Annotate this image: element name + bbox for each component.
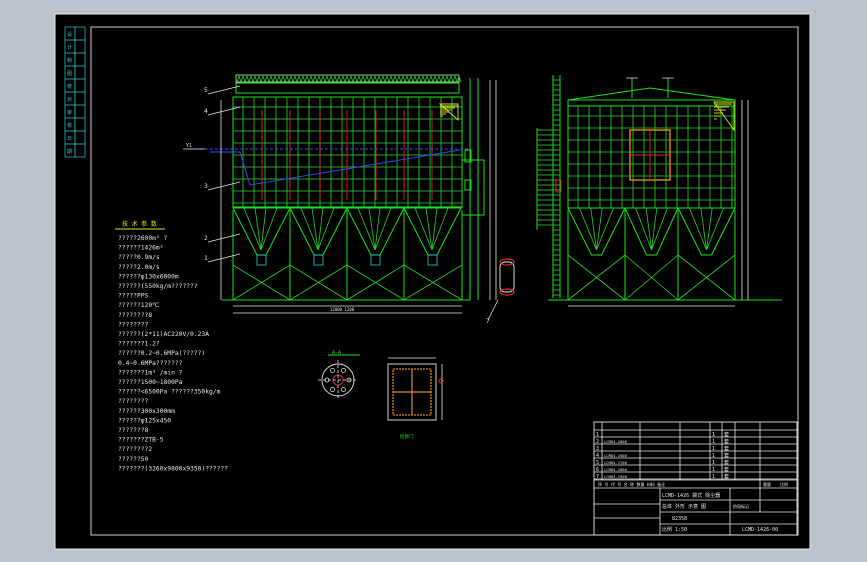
- callout-number: 1: [204, 255, 208, 262]
- spec-row: ??????50: [118, 456, 149, 463]
- bom-no: 2: [596, 439, 599, 445]
- spec-row: ??????(550kg/m???????: [118, 283, 198, 290]
- spec-row: ??????φ125x450: [118, 417, 171, 424]
- spec-row: ??????φ130x6000m: [118, 273, 179, 280]
- bom-no: 1: [596, 432, 599, 438]
- bom-unit: 套: [724, 438, 729, 445]
- spec-row: ???????1.2?: [118, 341, 160, 348]
- stage-label: 阶段标记: [733, 503, 749, 509]
- bom-qty: 1: [712, 446, 715, 452]
- callout-number: 5: [204, 87, 208, 94]
- spec-row: ?????0.9m/s: [118, 254, 160, 261]
- side-label: 计: [67, 44, 72, 51]
- bom-qty: 1: [712, 439, 715, 445]
- front-overall-dim: 12000 1200: [330, 307, 355, 312]
- spec-row: ???????ZTB-5: [118, 437, 164, 444]
- side-label: 设: [67, 31, 72, 38]
- spec-row: ???????8: [118, 427, 149, 434]
- bom-code: LCMD4-1700: [604, 460, 628, 465]
- scale-text: 比例 1:50: [662, 526, 687, 533]
- side-label: 校: [67, 83, 72, 90]
- spec-row: ??????1500~1800Pa: [118, 379, 183, 386]
- drawing-code: LCMD-1426-00: [742, 527, 778, 533]
- bom-qty: 1: [712, 460, 715, 466]
- bom-unit: 套: [724, 459, 729, 466]
- weight-label: 重量: [763, 481, 771, 487]
- bom-unit: 套: [724, 466, 729, 473]
- spec-row: ?????PPS: [118, 293, 149, 300]
- spec-row: ????????: [118, 398, 149, 405]
- project-name: LCMD-1426 袋式 除尘器: [662, 492, 720, 499]
- bom-no: 7: [596, 474, 599, 480]
- callout-number: 4: [204, 108, 208, 115]
- door-label: 检修门: [400, 433, 414, 440]
- spec-row: ?????2.0m/s: [118, 264, 160, 271]
- side-label: 制: [67, 57, 72, 64]
- spec-row: 0.4~0.6MPa???????: [118, 360, 183, 367]
- callout-number: 3: [204, 183, 208, 190]
- side-label: 日: [67, 136, 72, 142]
- callout-number: 2: [204, 235, 208, 242]
- side-label: 核: [67, 122, 72, 129]
- bom-code: LCMD4-2000: [604, 439, 628, 444]
- flange-label: A-A: [332, 350, 341, 356]
- spec-title: 技 术 参 数: [122, 220, 157, 228]
- level-mark: Y1: [186, 143, 192, 149]
- spec-row: ????????8: [118, 312, 152, 319]
- drawing-name: 总体 外形 示意 图: [662, 503, 706, 510]
- spec-row: ??????0.2~0.6MPa(?????): [118, 350, 205, 357]
- bom-qty: 1: [712, 453, 715, 459]
- spec-row: ?????2600m³ ?: [118, 235, 167, 242]
- spec-row: ??????(2*11)AC220V/0.23A: [118, 331, 209, 338]
- bom-unit: 套: [724, 452, 729, 459]
- bom-no: 3: [596, 446, 599, 452]
- bom-unit: 套: [724, 445, 729, 452]
- cad-viewport[interactable]: 设计制图校对审核日期 12000 1200 5 4 3 2 1 Y1 7 技 术…: [0, 0, 867, 562]
- side-label: 审: [67, 109, 72, 116]
- bom-header: 序 号 代 号 名 称 数量 材料 备注: [598, 481, 665, 487]
- bom-no: 4: [596, 453, 599, 459]
- callout-bottom: 7: [486, 318, 490, 325]
- bom-no: 6: [596, 467, 599, 473]
- bom-qty: 1: [712, 474, 715, 480]
- drawing-number: 82358: [672, 516, 687, 522]
- spec-row: ????????: [118, 321, 149, 328]
- spec-row: ??????1426m²: [118, 245, 164, 252]
- bom-no: 5: [596, 460, 599, 466]
- bom-code: LCMD4-1900: [604, 453, 628, 458]
- side-label: 期: [67, 149, 72, 155]
- bom-unit: 套: [724, 431, 729, 438]
- spec-row: ??????120℃: [118, 302, 159, 309]
- spec-row: ???????(3260x9800x9350)??????: [118, 465, 228, 472]
- ratio-label: 比例: [780, 481, 788, 487]
- spec-row: ???????1m³ /min ?: [118, 369, 183, 376]
- spec-row: ??????<6500Pa ??????350kg/m: [118, 389, 221, 396]
- bom-unit: 套: [724, 473, 729, 480]
- spec-row: ????????2: [118, 446, 152, 453]
- spec-row: ??????300x300mm: [118, 408, 175, 415]
- bom-code: LCMD4-1800: [604, 467, 628, 472]
- bom-qty: 1: [712, 432, 715, 438]
- side-label: 对: [67, 96, 72, 103]
- side-label: 图: [67, 71, 72, 77]
- bom-code: LCMD4-1900: [604, 474, 628, 479]
- bom-qty: 1: [712, 467, 715, 473]
